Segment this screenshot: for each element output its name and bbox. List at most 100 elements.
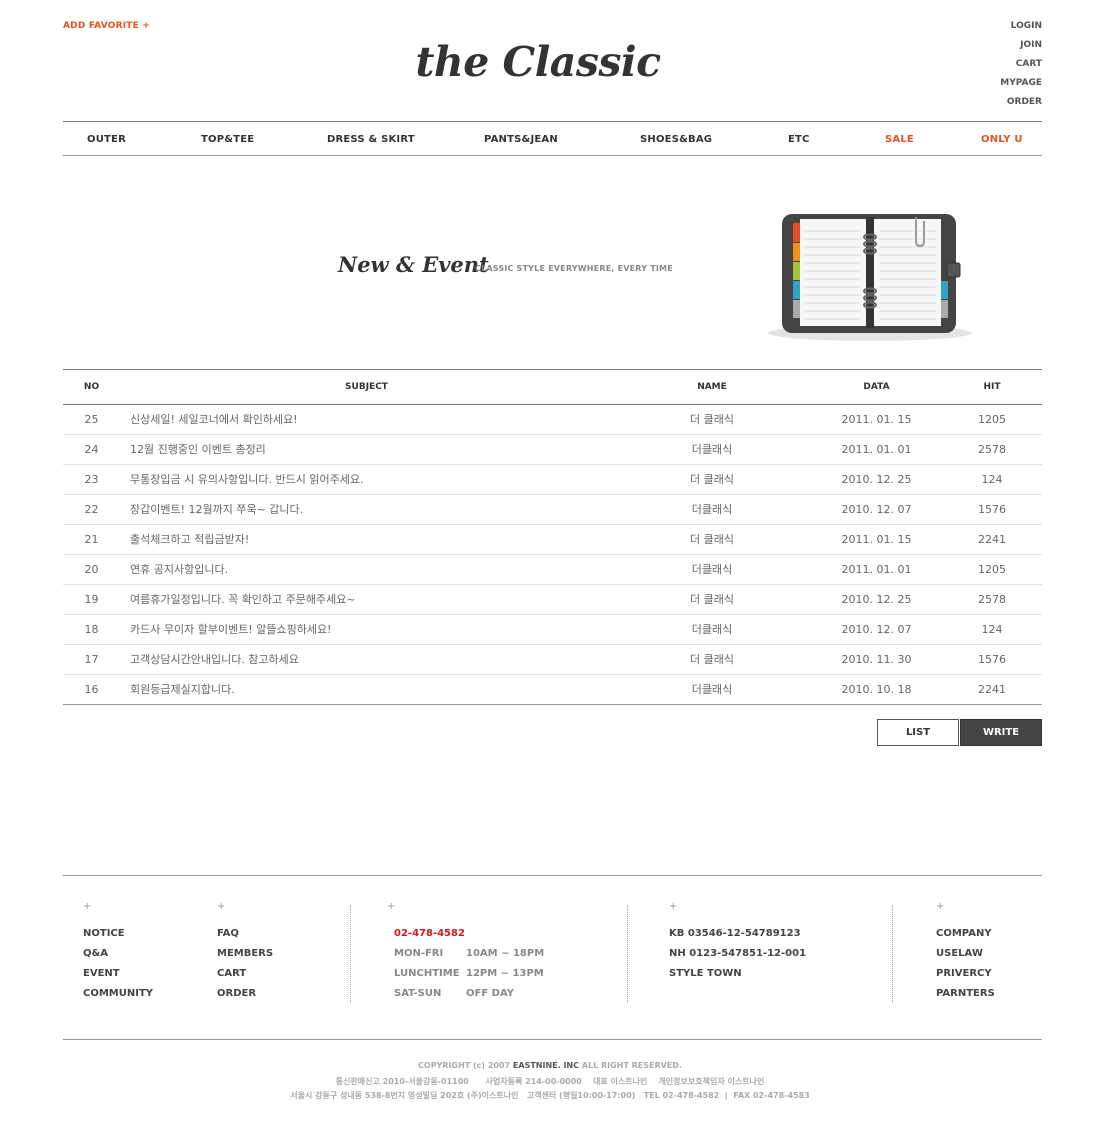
write-button[interactable]: WRITE — [960, 719, 1042, 746]
col-header-data: DATA — [811, 370, 942, 405]
section-title: New & Event — [338, 252, 489, 277]
footer-link-members[interactable]: MEMBERS — [217, 944, 273, 964]
footer-col-cs-center: + 02-478-4582 MON-FRI 10AM ~ 18PM LUNCHTI… — [387, 902, 544, 1004]
footer-link-faq[interactable]: FAQ — [217, 924, 273, 944]
mypage-link[interactable]: MYPAGE — [1000, 78, 1042, 97]
row-no: 25 — [63, 404, 120, 435]
row-name: 더클래식 — [613, 674, 811, 705]
nav-item-etc[interactable]: ETC — [788, 122, 810, 157]
copyright-prefix: COPYRIGHT (c) 2007 — [418, 1061, 511, 1070]
nav-item-pants-jean[interactable]: PANTS&JEAN — [484, 122, 558, 157]
row-hit: 2578 — [942, 584, 1042, 615]
footer-link-company[interactable]: COMPANY — [936, 924, 995, 944]
table-row[interactable]: 17 고객상담시간안내입니다. 참고하세요 더 클래식 2010. 11. 30 157… — [63, 644, 1042, 675]
plus-icon: + — [387, 901, 396, 912]
row-name: 더 클래식 — [613, 644, 811, 675]
col-header-name: NAME — [613, 370, 811, 405]
table-row[interactable]: 16 회원등급제실지합니다. 더클래식 2010. 10. 18 2241 — [63, 674, 1042, 705]
table-row[interactable]: 22 장갑이벤트! 12월까지 쭈욱~ 갑니다. 더클래식 2010. 12. 07 1… — [63, 494, 1042, 525]
row-hit: 1205 — [942, 554, 1042, 585]
footer-link-order[interactable]: ORDER — [217, 984, 273, 1004]
row-date: 2010. 12. 25 — [811, 464, 942, 495]
footer-col-community: + NOTICE Q&A EVENT COMMUNITY — [83, 902, 153, 1004]
top-utility-links: LOGIN JOIN CART MYPAGE ORDER — [1000, 21, 1042, 116]
join-link[interactable]: JOIN — [1000, 40, 1042, 59]
nav-item-shoes-bag[interactable]: SHOES&BAG — [640, 122, 712, 157]
col-header-no: NO — [63, 370, 120, 405]
row-date: 2011. 01. 01 — [811, 434, 942, 465]
row-subject[interactable]: 고객상담시간안내입니다. 참고하세요 — [120, 644, 613, 675]
row-hit: 2578 — [942, 434, 1042, 465]
row-subject[interactable]: 무통장입금 시 유의사항입니다. 반드시 읽어주세요. — [120, 464, 613, 495]
row-name: 더클래식 — [613, 494, 811, 525]
cart-link[interactable]: CART — [1000, 59, 1042, 78]
row-hit: 1576 — [942, 644, 1042, 675]
row-hit: 124 — [942, 614, 1042, 645]
row-hit: 1205 — [942, 404, 1042, 435]
row-date: 2010. 11. 30 — [811, 644, 942, 675]
row-subject[interactable]: 회원등급제실지합니다. — [120, 674, 613, 705]
section-subtitle: CLASSIC STYLE EVERYWHERE, EVERY TIME — [475, 264, 673, 273]
copyright-company: EASTNINE. INC — [512, 1061, 579, 1070]
row-no: 17 — [63, 644, 120, 675]
table-row[interactable]: 25 신상세일! 세일코너에서 확인하세요! 더 클래식 2011. 01. 15 12… — [63, 404, 1042, 435]
copyright-suffix: ALL RIGHT RESERVED. — [581, 1061, 682, 1070]
nav-item-sale[interactable]: SALE — [885, 122, 914, 157]
cs-hours-label: SAT-SUN — [394, 988, 442, 999]
row-no: 24 — [63, 434, 120, 465]
row-subject[interactable]: 신상세일! 세일코너에서 확인하세요! — [120, 404, 613, 435]
footer-link-privacy[interactable]: PRIVERCY — [936, 964, 995, 984]
business-info-line: 통신판매신고 2010-서울강동-01100 사업자등록 214-00-0000… — [335, 1077, 765, 1086]
plus-icon: + — [217, 901, 226, 912]
table-row[interactable]: 23 무통장입금 시 유의사항입니다. 반드시 읽어주세요. 더 클래식 2010. … — [63, 464, 1042, 495]
list-button[interactable]: LIST — [877, 719, 959, 746]
row-date: 2010. 10. 18 — [811, 674, 942, 705]
row-subject[interactable]: 장갑이벤트! 12월까지 쭈욱~ 갑니다. — [120, 494, 613, 525]
footer-col-bank: + KB 03546-12-54789123 NH 0123-547851-12… — [669, 902, 806, 984]
footer-link-notice[interactable]: NOTICE — [83, 924, 153, 944]
row-date: 2010. 12. 07 — [811, 494, 942, 525]
footer-link-cart[interactable]: CART — [217, 964, 273, 984]
address-info-line: 서울시 강동구 성내동 538-8번지 영성빌딩 202호 (주)이스트나인 고… — [290, 1091, 810, 1100]
table-row[interactable]: 24 12월 진행중인 이벤트 총정리 더클래식 2011. 01. 01 2578 — [63, 434, 1042, 465]
row-hit: 1576 — [942, 494, 1042, 525]
footer-link-qna[interactable]: Q&A — [83, 944, 153, 964]
row-date: 2010. 12. 07 — [811, 614, 942, 645]
plus-icon: + — [83, 901, 92, 912]
row-name: 더 클래식 — [613, 524, 811, 555]
col-header-hit: HIT — [942, 370, 1042, 405]
add-favorite-link[interactable]: ADD FAVORITE + — [63, 21, 150, 31]
nav-item-only-u[interactable]: ONLY U — [981, 122, 1023, 157]
row-no: 20 — [63, 554, 120, 585]
col-header-subject: SUBJECT — [120, 370, 613, 405]
row-name: 더 클래식 — [613, 404, 811, 435]
main-nav: OUTER TOP&TEE DRESS & SKIRT PANTS&JEAN S… — [63, 121, 1042, 156]
cs-hours-lunch: LUNCHTIME 12PM ~ 13PM — [387, 964, 544, 984]
bank-account-kb: KB 03546-12-54789123 — [669, 928, 801, 939]
row-name: 더클래식 — [613, 554, 811, 585]
footer-link-event[interactable]: EVENT — [83, 964, 153, 984]
row-subject[interactable]: 여름휴가일정입니다. 꼭 확인하고 주문해주세요~ — [120, 584, 613, 615]
row-name: 더 클래식 — [613, 464, 811, 495]
row-subject[interactable]: 카드사 무이자 할부이벤트! 알뜰쇼핑하세요! — [120, 614, 613, 645]
row-date: 2011. 01. 01 — [811, 554, 942, 585]
nav-item-top-tee[interactable]: TOP&TEE — [201, 122, 254, 157]
order-link[interactable]: ORDER — [1000, 97, 1042, 116]
nav-item-dress-skirt[interactable]: DRESS & SKIRT — [327, 122, 415, 157]
site-logo[interactable]: the Classic — [0, 38, 1076, 86]
table-row[interactable]: 20 연휴 공지사항입니다. 더클래식 2011. 01. 01 1205 — [63, 554, 1042, 585]
row-hit: 2241 — [942, 524, 1042, 555]
table-row[interactable]: 19 여름휴가일정입니다. 꼭 확인하고 주문해주세요~ 더 클래식 2010. 12… — [63, 584, 1042, 615]
table-row[interactable]: 21 출석체크하고 적립금받자! 더 클래식 2011. 01. 15 2241 — [63, 524, 1042, 555]
row-subject[interactable]: 12월 진행중인 이벤트 총정리 — [120, 434, 613, 465]
footer-link-partners[interactable]: PARNTERS — [936, 984, 995, 1004]
event-board: NO SUBJECT NAME DATA HIT 25 신상세일! 세일코너에서 … — [63, 369, 1042, 705]
footer-link-uselaw[interactable]: USELAW — [936, 944, 995, 964]
login-link[interactable]: LOGIN — [1000, 21, 1042, 40]
row-hit: 124 — [942, 464, 1042, 495]
row-subject[interactable]: 연휴 공지사항입니다. — [120, 554, 613, 585]
row-subject[interactable]: 출석체크하고 적립금받자! — [120, 524, 613, 555]
table-row[interactable]: 18 카드사 무이자 할부이벤트! 알뜰쇼핑하세요! 더클래식 2010. 12. 0… — [63, 614, 1042, 645]
nav-item-outer[interactable]: OUTER — [87, 122, 126, 157]
footer-link-community[interactable]: COMMUNITY — [83, 984, 153, 1004]
